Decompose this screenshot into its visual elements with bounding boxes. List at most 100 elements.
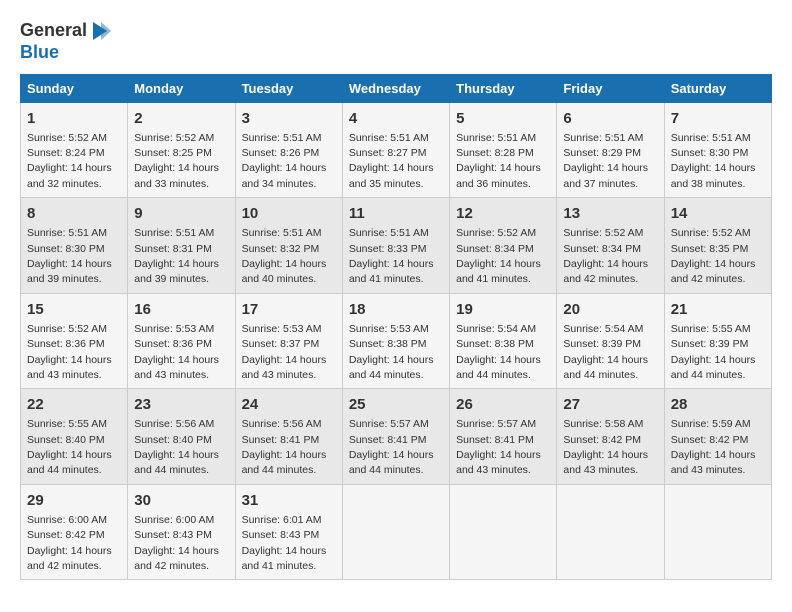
day-info: Sunrise: 5:56 AMSunset: 8:40 PMDaylight:… <box>134 418 219 476</box>
day-info: Sunrise: 5:51 AMSunset: 8:33 PMDaylight:… <box>349 227 434 285</box>
calendar-cell: 1Sunrise: 5:52 AMSunset: 8:24 PMDaylight… <box>21 102 128 198</box>
day-info: Sunrise: 5:54 AMSunset: 8:39 PMDaylight:… <box>563 323 648 381</box>
calendar-cell <box>450 484 557 580</box>
day-info: Sunrise: 5:52 AMSunset: 8:35 PMDaylight:… <box>671 227 756 285</box>
calendar-week-5: 29 Sunrise: 6:00 AMSunset: 8:42 PMDayligh… <box>21 484 772 580</box>
day-info: Sunrise: 5:54 AMSunset: 8:38 PMDaylight:… <box>456 323 541 381</box>
calendar-cell: 15 Sunrise: 5:52 AMSunset: 8:36 PMDayligh… <box>21 293 128 389</box>
calendar-week-4: 22 Sunrise: 5:55 AMSunset: 8:40 PMDayligh… <box>21 389 772 485</box>
calendar-cell: 29 Sunrise: 6:00 AMSunset: 8:42 PMDayligh… <box>21 484 128 580</box>
day-info: Sunrise: 5:51 AMSunset: 8:26 PMDaylight:… <box>242 132 327 190</box>
day-info: Sunrise: 5:52 AMSunset: 8:34 PMDaylight:… <box>563 227 648 285</box>
day-number: 31 <box>242 490 336 511</box>
calendar-cell: 30 Sunrise: 6:00 AMSunset: 8:43 PMDayligh… <box>128 484 235 580</box>
day-info: Sunrise: 6:00 AMSunset: 8:43 PMDaylight:… <box>134 514 219 572</box>
logo: General Blue <box>20 20 111 64</box>
day-number: 21 <box>671 299 765 320</box>
day-number: 9 <box>134 203 228 224</box>
day-info: Sunrise: 5:59 AMSunset: 8:42 PMDaylight:… <box>671 418 756 476</box>
day-number: 30 <box>134 490 228 511</box>
calendar-cell: 23 Sunrise: 5:56 AMSunset: 8:40 PMDayligh… <box>128 389 235 485</box>
calendar-cell <box>342 484 449 580</box>
calendar-cell: 11 Sunrise: 5:51 AMSunset: 8:33 PMDayligh… <box>342 198 449 294</box>
day-info: Sunrise: 5:52 AMSunset: 8:25 PMDaylight:… <box>134 132 219 190</box>
day-number: 5 <box>456 108 550 129</box>
day-info: Sunrise: 5:55 AMSunset: 8:40 PMDaylight:… <box>27 418 112 476</box>
header-saturday: Saturday <box>664 74 771 102</box>
calendar-cell: 24Sunrise: 5:56 AMSunset: 8:41 PMDayligh… <box>235 389 342 485</box>
day-number: 29 <box>27 490 121 511</box>
calendar-cell: 12Sunrise: 5:52 AMSunset: 8:34 PMDayligh… <box>450 198 557 294</box>
calendar-cell <box>664 484 771 580</box>
header-wednesday: Wednesday <box>342 74 449 102</box>
day-number: 27 <box>563 394 657 415</box>
header-thursday: Thursday <box>450 74 557 102</box>
day-info: Sunrise: 5:53 AMSunset: 8:37 PMDaylight:… <box>242 323 327 381</box>
day-number: 2 <box>134 108 228 129</box>
day-number: 8 <box>27 203 121 224</box>
day-number: 28 <box>671 394 765 415</box>
day-info: Sunrise: 5:55 AMSunset: 8:39 PMDaylight:… <box>671 323 756 381</box>
day-number: 24 <box>242 394 336 415</box>
calendar-cell: 14 Sunrise: 5:52 AMSunset: 8:35 PMDayligh… <box>664 198 771 294</box>
day-number: 19 <box>456 299 550 320</box>
calendar-cell: 20 Sunrise: 5:54 AMSunset: 8:39 PMDayligh… <box>557 293 664 389</box>
calendar-cell: 9Sunrise: 5:51 AMSunset: 8:31 PMDaylight… <box>128 198 235 294</box>
calendar-cell: 10 Sunrise: 5:51 AMSunset: 8:32 PMDayligh… <box>235 198 342 294</box>
calendar-cell: 25 Sunrise: 5:57 AMSunset: 8:41 PMDayligh… <box>342 389 449 485</box>
calendar-cell: 8 Sunrise: 5:51 AMSunset: 8:30 PMDaylight… <box>21 198 128 294</box>
day-number: 7 <box>671 108 765 129</box>
day-number: 15 <box>27 299 121 320</box>
day-number: 25 <box>349 394 443 415</box>
day-number: 23 <box>134 394 228 415</box>
calendar-cell: 27 Sunrise: 5:58 AMSunset: 8:42 PMDayligh… <box>557 389 664 485</box>
calendar-cell: 21 Sunrise: 5:55 AMSunset: 8:39 PMDayligh… <box>664 293 771 389</box>
day-number: 16 <box>134 299 228 320</box>
calendar-cell: 7 Sunrise: 5:51 AMSunset: 8:30 PMDaylight… <box>664 102 771 198</box>
calendar-table: SundayMondayTuesdayWednesdayThursdayFrid… <box>20 74 772 581</box>
day-number: 3 <box>242 108 336 129</box>
calendar-cell: 6Sunrise: 5:51 AMSunset: 8:29 PMDaylight… <box>557 102 664 198</box>
day-number: 1 <box>27 108 121 129</box>
header-tuesday: Tuesday <box>235 74 342 102</box>
day-info: Sunrise: 5:57 AMSunset: 8:41 PMDaylight:… <box>456 418 541 476</box>
day-number: 10 <box>242 203 336 224</box>
calendar-cell: 22 Sunrise: 5:55 AMSunset: 8:40 PMDayligh… <box>21 389 128 485</box>
calendar-cell: 3 Sunrise: 5:51 AMSunset: 8:26 PMDaylight… <box>235 102 342 198</box>
logo-blue: Blue <box>20 42 59 64</box>
calendar-cell: 26 Sunrise: 5:57 AMSunset: 8:41 PMDayligh… <box>450 389 557 485</box>
day-number: 20 <box>563 299 657 320</box>
day-number: 14 <box>671 203 765 224</box>
day-number: 13 <box>563 203 657 224</box>
calendar-cell: 13 Sunrise: 5:52 AMSunset: 8:34 PMDayligh… <box>557 198 664 294</box>
day-number: 26 <box>456 394 550 415</box>
day-info: Sunrise: 5:51 AMSunset: 8:28 PMDaylight:… <box>456 132 541 190</box>
calendar-cell <box>557 484 664 580</box>
logo-arrow-icon <box>89 20 111 42</box>
day-number: 18 <box>349 299 443 320</box>
calendar-cell: 19 Sunrise: 5:54 AMSunset: 8:38 PMDayligh… <box>450 293 557 389</box>
calendar-week-2: 8 Sunrise: 5:51 AMSunset: 8:30 PMDaylight… <box>21 198 772 294</box>
day-info: Sunrise: 5:58 AMSunset: 8:42 PMDaylight:… <box>563 418 648 476</box>
day-info: Sunrise: 5:52 AMSunset: 8:36 PMDaylight:… <box>27 323 112 381</box>
day-number: 4 <box>349 108 443 129</box>
calendar-cell: 16 Sunrise: 5:53 AMSunset: 8:36 PMDayligh… <box>128 293 235 389</box>
day-number: 22 <box>27 394 121 415</box>
day-info: Sunrise: 5:53 AMSunset: 8:36 PMDaylight:… <box>134 323 219 381</box>
day-info: Sunrise: 5:51 AMSunset: 8:30 PMDaylight:… <box>27 227 112 285</box>
header-monday: Monday <box>128 74 235 102</box>
calendar-cell: 2 Sunrise: 5:52 AMSunset: 8:25 PMDaylight… <box>128 102 235 198</box>
calendar-week-1: 1Sunrise: 5:52 AMSunset: 8:24 PMDaylight… <box>21 102 772 198</box>
day-info: Sunrise: 5:51 AMSunset: 8:27 PMDaylight:… <box>349 132 434 190</box>
day-number: 6 <box>563 108 657 129</box>
day-info: Sunrise: 5:57 AMSunset: 8:41 PMDaylight:… <box>349 418 434 476</box>
calendar-cell: 18 Sunrise: 5:53 AMSunset: 8:38 PMDayligh… <box>342 293 449 389</box>
calendar-cell: 28 Sunrise: 5:59 AMSunset: 8:42 PMDayligh… <box>664 389 771 485</box>
calendar-cell: 5 Sunrise: 5:51 AMSunset: 8:28 PMDaylight… <box>450 102 557 198</box>
day-info: Sunrise: 5:51 AMSunset: 8:30 PMDaylight:… <box>671 132 756 190</box>
day-number: 11 <box>349 203 443 224</box>
day-info: Sunrise: 5:51 AMSunset: 8:32 PMDaylight:… <box>242 227 327 285</box>
day-number: 17 <box>242 299 336 320</box>
day-info: Sunrise: 5:53 AMSunset: 8:38 PMDaylight:… <box>349 323 434 381</box>
day-info: Sunrise: 6:00 AMSunset: 8:42 PMDaylight:… <box>27 514 112 572</box>
